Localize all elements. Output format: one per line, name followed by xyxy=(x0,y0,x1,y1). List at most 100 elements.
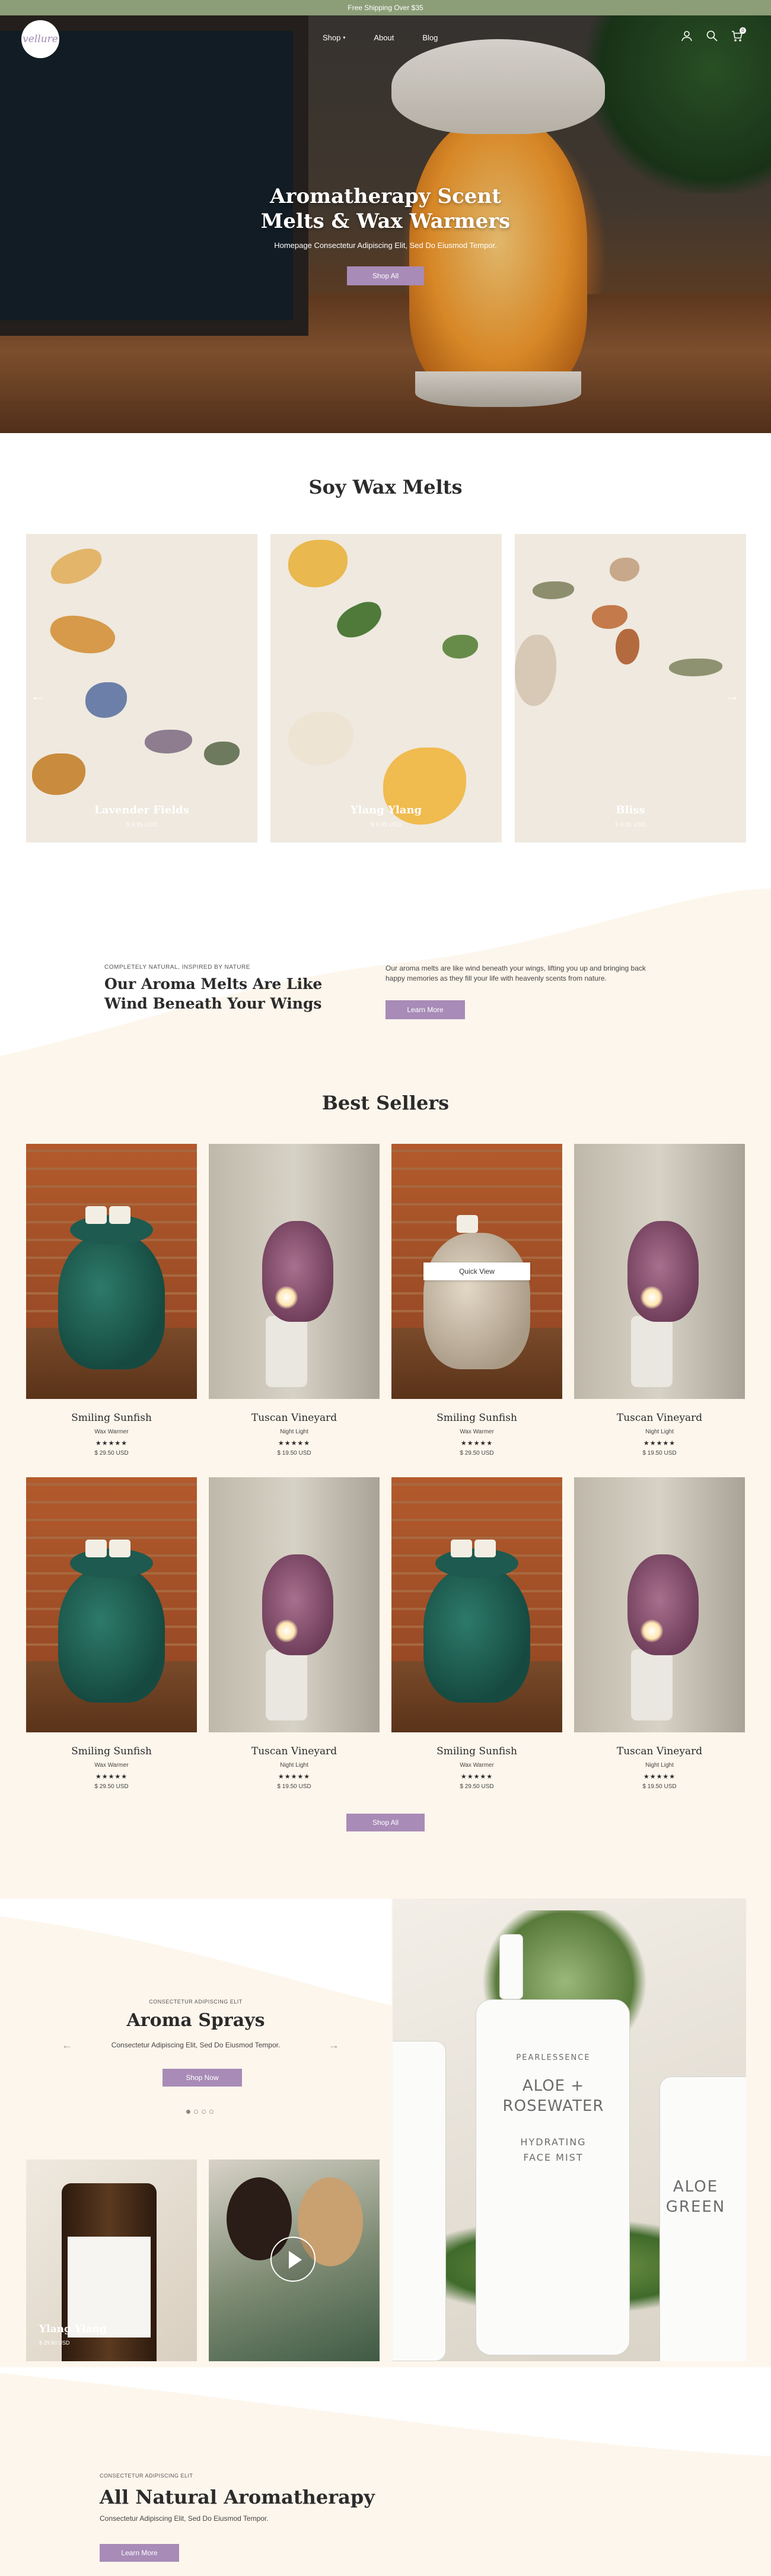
product-card[interactable]: Tuscan Vineyard Night Light ★★★★★ $ 19.5… xyxy=(574,1477,745,1790)
shop-now-button[interactable]: Shop Now xyxy=(163,2069,242,2087)
tile-name: Ylang Ylang xyxy=(39,2323,107,2335)
melt-price: $ 9.95 USD xyxy=(126,822,157,828)
product-rating: ★★★★★ xyxy=(643,1440,676,1447)
product-image[interactable]: Quick View xyxy=(391,1144,562,1399)
slider-dot[interactable] xyxy=(202,2110,206,2114)
nav-about[interactable]: About xyxy=(374,33,394,42)
quick-view-button[interactable]: Quick View xyxy=(423,1262,530,1280)
product-type: Night Light xyxy=(280,1762,308,1769)
product-image[interactable] xyxy=(26,1477,197,1732)
inspired-eyebrow: COMPLETELY NATURAL, INSPIRED BY NATURE xyxy=(104,964,250,971)
tile-price: $ 29.50 USD xyxy=(39,2340,70,2346)
product-card[interactable]: Smiling Sunfish Wax Warmer ★★★★★ $ 29.50… xyxy=(26,1477,197,1790)
natural-subtitle: Consectetur Adipiscing Elit, Sed Do Eius… xyxy=(100,2514,269,2523)
inspired-body: Our aroma melts are like wind beneath yo… xyxy=(386,964,646,982)
slider-dot[interactable] xyxy=(209,2110,214,2114)
natural-title: All Natural Aromatherapy xyxy=(100,2486,375,2508)
product-image[interactable] xyxy=(26,1144,197,1399)
product-rating: ★★★★★ xyxy=(643,1773,676,1780)
logo[interactable]: vellure xyxy=(21,20,59,58)
slider-dot[interactable] xyxy=(194,2110,198,2114)
hero-title: Aromatherapy Scent Melts & Wax Warmers xyxy=(260,185,511,233)
natural-curve xyxy=(0,2367,771,2456)
nav-links: Shop ▾ About Blog xyxy=(323,33,438,42)
slider-dot[interactable] xyxy=(186,2110,190,2114)
product-name[interactable]: Tuscan Vineyard xyxy=(574,1745,745,1757)
product-type: Night Light xyxy=(645,1429,674,1435)
product-name[interactable]: Smiling Sunfish xyxy=(26,1412,197,1424)
melt-price: $ 9.95 USD xyxy=(615,822,646,828)
hero-content: Aromatherapy Scent Melts & Wax Warmers H… xyxy=(0,184,771,285)
product-card[interactable]: Smiling Sunfish Wax Warmer ★★★★★ $ 29.50… xyxy=(26,1144,197,1456)
play-icon[interactable] xyxy=(270,2237,316,2282)
arrow-right-icon[interactable]: → xyxy=(725,688,739,705)
product-rating: ★★★★★ xyxy=(95,1773,128,1780)
product-rating: ★★★★★ xyxy=(460,1773,493,1780)
product-card[interactable]: Tuscan Vineyard Night Light ★★★★★ $ 19.5… xyxy=(209,1477,380,1790)
learn-more-button[interactable]: Learn More xyxy=(100,2544,179,2562)
learn-more-button[interactable]: Learn More xyxy=(386,1000,465,1019)
product-rating: ★★★★★ xyxy=(460,1440,493,1447)
spray-tile[interactable]: Ylang Ylang $ 29.50 USD xyxy=(26,2160,197,2361)
product-image[interactable] xyxy=(209,1477,380,1732)
product-image[interactable] xyxy=(574,1144,745,1399)
product-type: Wax Warmer xyxy=(460,1762,494,1769)
product-card[interactable]: Tuscan Vineyard Night Light ★★★★★ $ 19.5… xyxy=(574,1144,745,1456)
product-rating: ★★★★★ xyxy=(95,1440,128,1447)
arrow-right-icon[interactable]: → xyxy=(329,2039,339,2052)
product-type: Wax Warmer xyxy=(94,1762,129,1769)
sprays-title: Aroma Sprays xyxy=(126,2010,265,2031)
product-rating: ★★★★★ xyxy=(278,1773,311,1780)
product-image[interactable] xyxy=(574,1477,745,1732)
product-name[interactable]: Smiling Sunfish xyxy=(26,1745,197,1757)
cart-icon[interactable]: 0 xyxy=(731,27,746,44)
product-image[interactable] xyxy=(391,1477,562,1732)
announcement-bar: Free Shipping Over $35 xyxy=(0,0,771,15)
melt-card-ylang[interactable]: Ylang Ylang $ 9.95 USD xyxy=(270,534,502,842)
product-type: Wax Warmer xyxy=(460,1429,494,1435)
product-card[interactable]: Quick View Smiling Sunfish Wax Warmer ★★… xyxy=(391,1144,562,1456)
melt-name: Bliss xyxy=(616,804,645,816)
product-price: $ 29.50 USD xyxy=(94,1783,129,1790)
arrow-left-icon[interactable]: ← xyxy=(62,2039,72,2052)
slider-dots xyxy=(186,2110,214,2114)
product-name[interactable]: Tuscan Vineyard xyxy=(209,1745,380,1757)
product-price: $ 19.50 USD xyxy=(642,1783,677,1790)
product-price: $ 29.50 USD xyxy=(460,1783,494,1790)
product-name[interactable]: Tuscan Vineyard xyxy=(574,1412,745,1424)
melt-name: Ylang Ylang xyxy=(350,804,422,816)
product-name[interactable]: Smiling Sunfish xyxy=(391,1745,562,1757)
chevron-down-icon: ▾ xyxy=(343,35,346,40)
melt-card-lavender[interactable]: Lavender Fields $ 9.95 USD xyxy=(26,534,257,842)
product-price: $ 19.50 USD xyxy=(277,1450,311,1456)
spray-bottle: PEARLESSENCE ALOE + ROSEWATER HYDRATING … xyxy=(476,1999,630,2355)
spray-hero-photo: PEARLESSENCE ALOE + ROSEWATER HYDRATING … xyxy=(393,1898,746,2361)
search-icon[interactable] xyxy=(706,30,718,44)
nav-blog[interactable]: Blog xyxy=(422,33,438,42)
nav-icons: 0 xyxy=(681,27,746,44)
arrow-left-icon[interactable]: ← xyxy=(31,688,45,705)
product-card[interactable]: Tuscan Vineyard Night Light ★★★★★ $ 19.5… xyxy=(209,1144,380,1456)
product-name[interactable]: Tuscan Vineyard xyxy=(209,1412,380,1424)
product-price: $ 29.50 USD xyxy=(94,1450,129,1456)
hero-subtitle: Homepage Consectetur Adipiscing Elit, Se… xyxy=(274,241,497,250)
product-type: Night Light xyxy=(280,1429,308,1435)
sprays-eyebrow: CONSECTETUR ADIPISCING ELIT xyxy=(149,1999,243,2005)
main-nav: vellure Shop ▾ About Blog 0 xyxy=(0,15,771,58)
product-image[interactable] xyxy=(209,1144,380,1399)
cart-count-badge: 0 xyxy=(740,27,746,34)
shop-all-button[interactable]: Shop All xyxy=(346,1814,425,1831)
melt-name: Lavender Fields xyxy=(94,804,189,816)
nav-shop[interactable]: Shop ▾ xyxy=(323,33,345,42)
video-tile[interactable] xyxy=(209,2160,380,2361)
melt-price: $ 9.95 USD xyxy=(371,822,402,828)
melt-card-bliss[interactable]: Bliss $ 9.95 USD xyxy=(515,534,746,842)
product-type: Wax Warmer xyxy=(94,1429,129,1435)
product-type: Night Light xyxy=(645,1762,674,1769)
product-price: $ 19.50 USD xyxy=(642,1450,677,1456)
user-icon[interactable] xyxy=(681,30,693,44)
product-name[interactable]: Smiling Sunfish xyxy=(391,1412,562,1424)
product-card[interactable]: Smiling Sunfish Wax Warmer ★★★★★ $ 29.50… xyxy=(391,1477,562,1790)
shop-all-button[interactable]: Shop All xyxy=(347,266,424,285)
product-rating: ★★★★★ xyxy=(278,1440,311,1447)
